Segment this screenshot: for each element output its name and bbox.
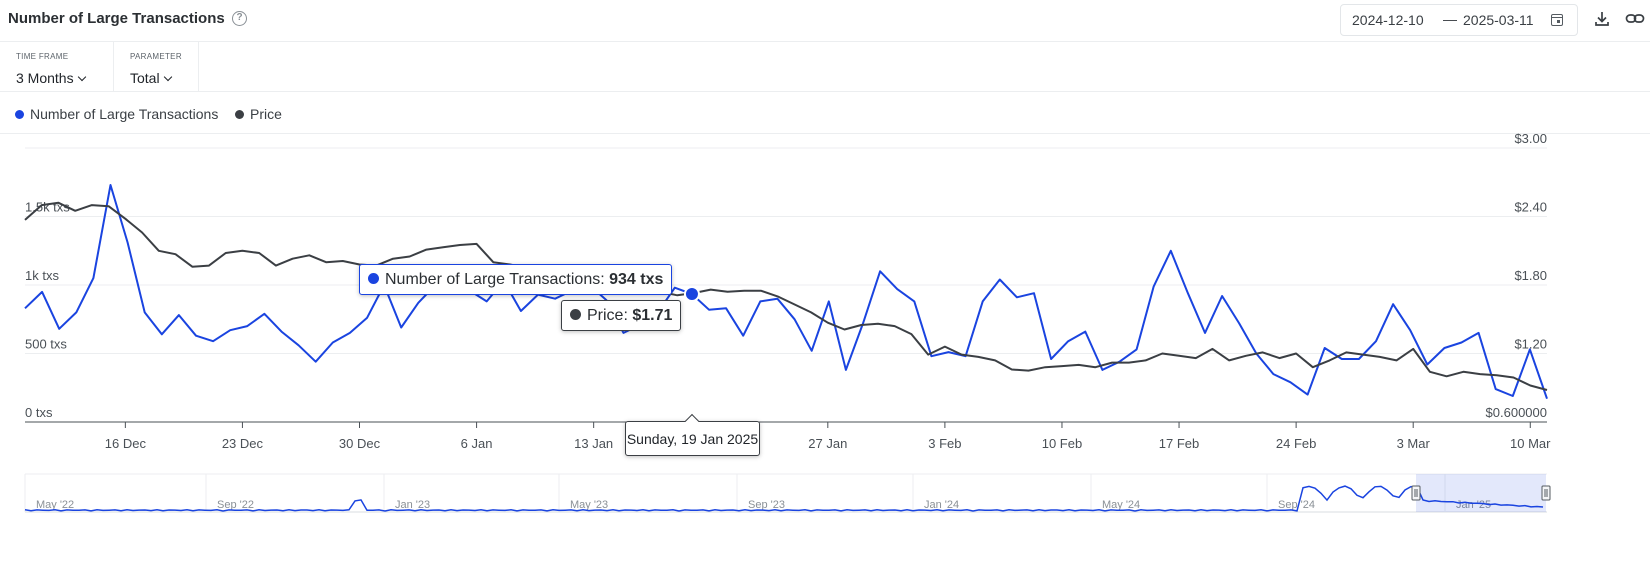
hover-marker <box>683 286 700 303</box>
x-tick-label: 23 Dec <box>222 436 264 451</box>
tooltip-price: Price: $1.71 <box>561 300 682 331</box>
navigator-handle[interactable] <box>1411 485 1421 501</box>
navigator-label: Sep '22 <box>217 499 254 511</box>
navigator-label: Sep '24 <box>1278 499 1315 511</box>
x-tick-label: 13 Jan <box>574 436 613 451</box>
y-right-tick-label: $0.600000 <box>1486 405 1547 420</box>
tooltip-transactions: Number of Large Transactions: 934 txs <box>359 264 673 295</box>
y-right-tick-label: $3.00 <box>1514 131 1547 146</box>
navigator-label: May '24 <box>1102 499 1140 511</box>
y-left-tick-label: 1.5k txs <box>25 200 70 215</box>
chart-plot: $0.600000$1.20$1.80$2.40$3.000 txs500 tx… <box>24 131 1551 513</box>
tooltip-price-label: Price: <box>587 307 633 324</box>
y-left-tick-label: 1k txs <box>25 268 59 283</box>
tooltip-dot-icon <box>368 273 379 284</box>
navigator-label: Sep '23 <box>748 499 785 511</box>
navigator-label: Jan '24 <box>924 499 959 511</box>
navigator-handle[interactable] <box>1541 485 1551 501</box>
tooltip-dot-icon <box>570 309 581 320</box>
transactions-series-line <box>24 184 1548 400</box>
x-tick-label: 16 Dec <box>105 436 147 451</box>
x-tick-label: 10 Feb <box>1042 436 1082 451</box>
tooltip-tx-value: 934 txs <box>609 271 664 288</box>
y-right-tick-label: $2.40 <box>1514 200 1547 215</box>
x-tick-label: 17 Feb <box>1159 436 1199 451</box>
y-left-tick-label: 0 txs <box>25 405 53 420</box>
x-tick-label: 24 Feb <box>1276 436 1316 451</box>
tooltip-tx-label: Number of Large Transactions: <box>385 271 610 288</box>
tooltip-price-value: $1.71 <box>632 307 673 324</box>
navigator-label: Jan '23 <box>395 499 430 511</box>
x-tick-label: 3 Mar <box>1397 436 1431 451</box>
navigator-handle-body <box>1541 485 1551 501</box>
x-tick-label: 10 Mar <box>1510 436 1551 451</box>
y-right-tick-label: $1.80 <box>1514 268 1547 283</box>
y-left-tick-label: 500 txs <box>25 337 67 352</box>
tooltip-date: Sunday, 19 Jan 2025 <box>625 421 760 456</box>
x-tick-label: 6 Jan <box>461 436 493 451</box>
x-tick-label: 30 Dec <box>339 436 381 451</box>
x-tick-label: 3 Feb <box>928 436 961 451</box>
navigator-handle-body <box>1411 485 1421 501</box>
navigator-label: May '23 <box>570 499 608 511</box>
x-tick-label: 27 Jan <box>808 436 847 451</box>
